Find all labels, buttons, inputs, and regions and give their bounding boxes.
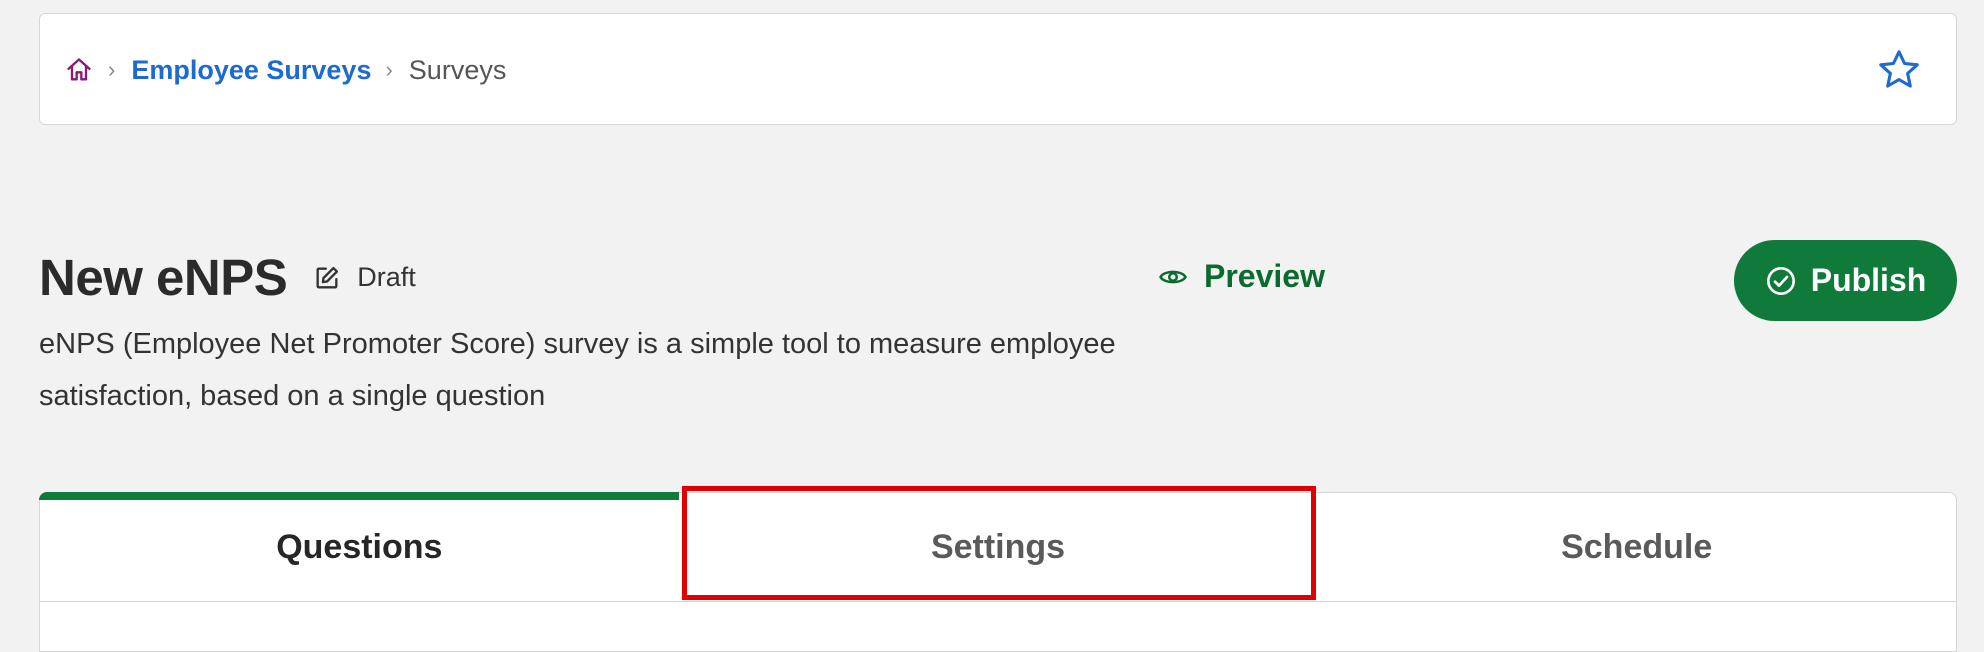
eye-icon — [1158, 261, 1190, 293]
breadcrumb-link-employee-surveys[interactable]: Employee Surveys — [131, 55, 371, 86]
survey-tabs: Questions Settings Schedule — [39, 492, 1957, 652]
tab-strip: Questions Settings Schedule — [39, 492, 1956, 602]
breadcrumb: › Employee Surveys › Surveys — [64, 14, 506, 126]
tab-settings[interactable]: Settings — [679, 493, 1318, 601]
publish-button[interactable]: Publish — [1734, 240, 1957, 321]
breadcrumb-separator: › — [108, 57, 116, 82]
check-circle-icon — [1765, 265, 1797, 297]
star-icon[interactable] — [1876, 47, 1922, 93]
preview-label: Preview — [1204, 258, 1325, 294]
tab-schedule[interactable]: Schedule — [1317, 493, 1956, 601]
status-draft: Draft — [357, 262, 416, 292]
tab-questions[interactable]: Questions — [39, 492, 679, 601]
page-title: New eNPS — [39, 249, 288, 306]
preview-button[interactable]: Preview — [1158, 258, 1325, 295]
publish-label: Publish — [1810, 262, 1927, 298]
breadcrumb-current-surveys: Surveys — [408, 54, 507, 85]
breadcrumb-separator: › — [385, 57, 393, 82]
top-breadcrumb-bar: › Employee Surveys › Surveys — [39, 13, 1957, 125]
edit-icon[interactable] — [313, 263, 343, 293]
survey-description: eNPS (Employee Net Promoter Score) surve… — [39, 328, 1116, 412]
survey-header: New eNPS Draft — [39, 248, 416, 307]
home-icon[interactable] — [64, 55, 94, 85]
